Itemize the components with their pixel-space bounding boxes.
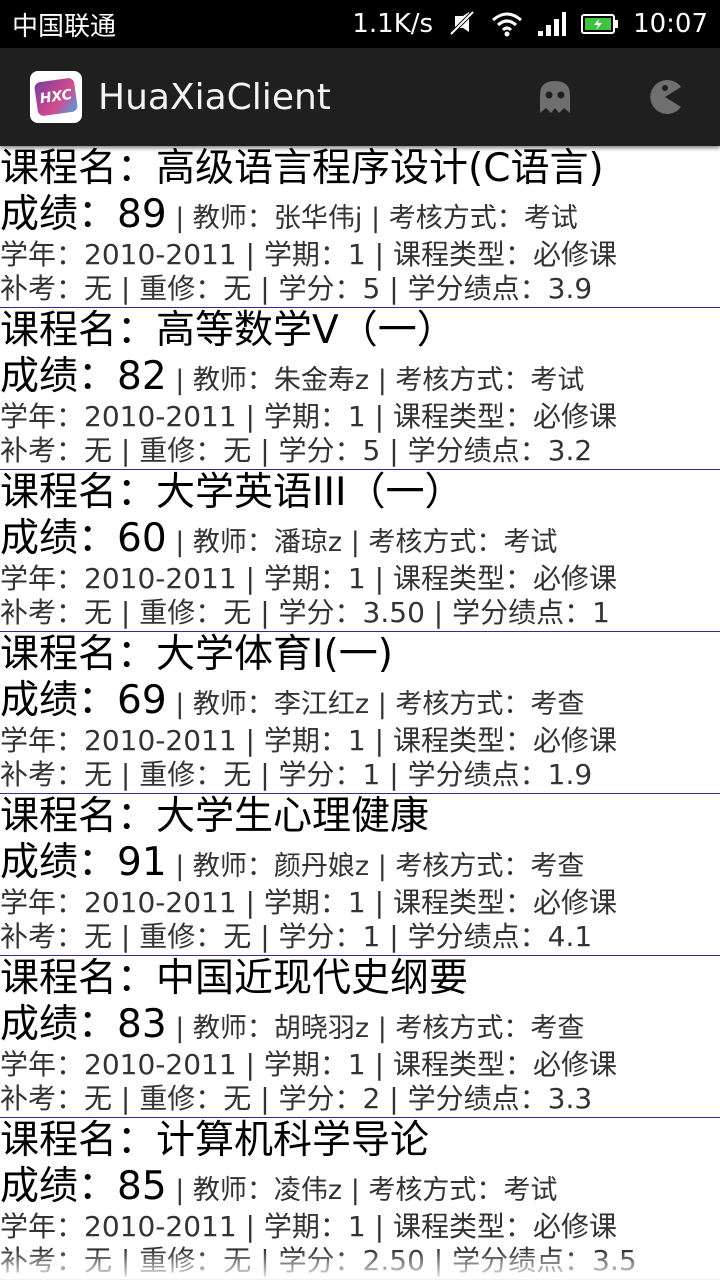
- term-line: 学年：2010-2011 | 学期：1 | 课程类型：必修课: [0, 1048, 617, 1081]
- list-item[interactable]: 课程名：中国近现代史纲要 成绩：83 | 教师：胡晓羽z | 考核方式：考查 学…: [0, 956, 720, 1118]
- course-name-line: 课程名：中国近现代史纲要: [0, 956, 469, 1001]
- course-name-line: 课程名：计算机科学导论: [0, 1118, 430, 1163]
- course-name: 大学英语III（一）: [156, 470, 464, 515]
- grade-line: 成绩：91 | 教师：颜丹娘z | 考核方式：考查: [0, 840, 585, 885]
- exam-type: 考查: [530, 1013, 585, 1044]
- mute-icon: [447, 10, 477, 38]
- credit-line: 补考：无 | 重修：无 | 学分：5 | 学分绩点：3.2: [0, 434, 593, 467]
- grade-line: 成绩：82 | 教师：朱金寿z | 考核方式：考试: [0, 354, 585, 399]
- scroll-fade: [0, 1250, 720, 1280]
- term-line: 学年：2010-2011 | 学期：1 | 课程类型：必修课: [0, 886, 617, 919]
- app-logo-text: HXC: [33, 77, 79, 117]
- course-name-line: 课程名：高级语言程序设计(C语言): [0, 146, 604, 191]
- course-name: 高等数学V（一）: [156, 308, 456, 353]
- status-bar: 中国联通 1.1K/s 10:07: [0, 0, 720, 48]
- credit-line: 补考：无 | 重修：无 | 学分：2 | 学分绩点：3.3: [0, 1082, 593, 1115]
- grade-line: 成绩：83 | 教师：胡晓羽z | 考核方式：考查: [0, 1002, 585, 1047]
- exam-type: 考试: [523, 203, 578, 234]
- teacher-name: 颜丹娘z: [273, 851, 370, 882]
- teacher-name: 胡晓羽z: [273, 1013, 370, 1044]
- signal-icon: [537, 11, 567, 37]
- credit-line: 补考：无 | 重修：无 | 学分：3.50 | 学分绩点：1: [0, 596, 610, 629]
- exam-type: 考试: [503, 1175, 558, 1206]
- grade-value: 91: [117, 840, 167, 885]
- course-name: 大学生心理健康: [156, 794, 430, 839]
- term-line: 学年：2010-2011 | 学期：1 | 课程类型：必修课: [0, 400, 617, 433]
- app-logo: HXC: [30, 71, 82, 123]
- wifi-icon: [491, 11, 523, 37]
- teacher-name: 潘琼z: [273, 527, 343, 558]
- battery-icon: [581, 13, 619, 35]
- credit-line: 补考：无 | 重修：无 | 学分：5 | 学分绩点：3.9: [0, 272, 593, 305]
- grade-line: 成绩：69 | 教师：李江红z | 考核方式：考查: [0, 678, 585, 723]
- term-line: 学年：2010-2011 | 学期：1 | 课程类型：必修课: [0, 724, 617, 757]
- grade-line: 成绩：60 | 教师：潘琼z | 考核方式：考试: [0, 516, 558, 561]
- app-title: HuaXiaClient: [98, 76, 331, 118]
- course-name-line: 课程名：大学体育I(一): [0, 632, 393, 677]
- grade-line: 成绩：89 | 教师：张华伟j | 考核方式：考试: [0, 192, 578, 237]
- list-item[interactable]: 课程名：大学生心理健康 成绩：91 | 教师：颜丹娘z | 考核方式：考查 学年…: [0, 794, 720, 956]
- course-name-line: 课程名：高等数学V（一）: [0, 308, 456, 353]
- course-name-line: 课程名：大学生心理健康: [0, 794, 430, 839]
- exam-type: 考查: [530, 851, 585, 882]
- pacman-icon: [650, 80, 681, 114]
- list-item[interactable]: 课程名：高级语言程序设计(C语言) 成绩：89 | 教师：张华伟j | 考核方式…: [0, 146, 720, 308]
- grade-value: 60: [117, 516, 167, 561]
- grade-list[interactable]: 课程名：高级语言程序设计(C语言) 成绩：89 | 教师：张华伟j | 考核方式…: [0, 146, 720, 1280]
- exam-type: 考试: [503, 527, 558, 558]
- app-bar: HXC HuaXiaClient: [0, 48, 720, 146]
- grade-value: 82: [117, 354, 167, 399]
- exam-type: 考查: [530, 689, 585, 720]
- course-name: 大学体育I(一): [156, 632, 393, 677]
- list-item[interactable]: 课程名：大学体育I(一) 成绩：69 | 教师：李江红z | 考核方式：考查 学…: [0, 632, 720, 794]
- network-speed: 1.1K/s: [352, 9, 434, 39]
- credit-line: 补考：无 | 重修：无 | 学分：1 | 学分绩点：4.1: [0, 920, 593, 953]
- teacher-name: 朱金寿z: [273, 365, 370, 396]
- ghost-icon: [540, 81, 570, 113]
- course-name: 高级语言程序设计(C语言): [156, 146, 604, 191]
- teacher-name: 李江红z: [273, 689, 370, 720]
- clock: 10:07: [633, 9, 708, 39]
- term-line: 学年：2010-2011 | 学期：1 | 课程类型：必修课: [0, 238, 617, 271]
- carrier-name: 中国联通: [12, 11, 117, 42]
- grade-line: 成绩：85 | 教师：凌伟z | 考核方式：考试: [0, 1164, 558, 1209]
- exam-type: 考试: [530, 365, 585, 396]
- pacman-action-button[interactable]: [610, 48, 720, 146]
- grade-value: 69: [117, 678, 167, 723]
- course-name: 计算机科学导论: [156, 1118, 430, 1163]
- grade-value: 83: [117, 1002, 167, 1047]
- term-line: 学年：2010-2011 | 学期：1 | 课程类型：必修课: [0, 1210, 617, 1243]
- list-item[interactable]: 课程名：高等数学V（一） 成绩：82 | 教师：朱金寿z | 考核方式：考试 学…: [0, 308, 720, 470]
- ghost-action-button[interactable]: [500, 48, 610, 146]
- teacher-name: 张华伟j: [273, 203, 363, 234]
- list-item[interactable]: 课程名：大学英语III（一） 成绩：60 | 教师：潘琼z | 考核方式：考试 …: [0, 470, 720, 632]
- teacher-name: 凌伟z: [273, 1175, 343, 1206]
- grade-value: 89: [117, 192, 167, 237]
- grade-value: 85: [117, 1164, 167, 1209]
- term-line: 学年：2010-2011 | 学期：1 | 课程类型：必修课: [0, 562, 617, 595]
- credit-line: 补考：无 | 重修：无 | 学分：1 | 学分绩点：1.9: [0, 758, 593, 791]
- course-name: 中国近现代史纲要: [156, 956, 469, 1001]
- course-name-line: 课程名：大学英语III（一）: [0, 470, 464, 515]
